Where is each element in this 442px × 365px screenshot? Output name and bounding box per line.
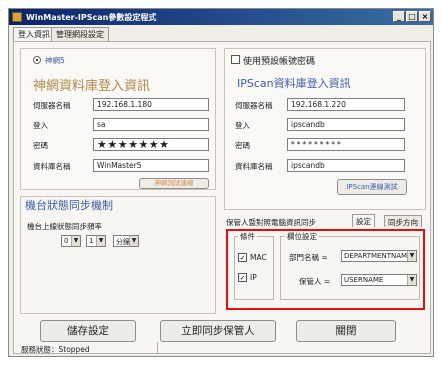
sync-value-select-2[interactable]: 1 ▼ [86,235,106,247]
right-login-input[interactable]: ipscandb [287,118,405,131]
title-bar: WinMaster-IPScan參數設定程式 _ □ × [9,9,433,25]
radio-button-shenwang[interactable] [33,56,41,64]
left-server-input[interactable]: 192.168.1.180 [93,98,209,111]
department-mapping-label: 部門名稱 = [289,253,328,262]
right-server-input[interactable]: 192.168.1.220 [287,98,405,111]
service-status-text: 服務狀態：Stopped [21,345,90,354]
checkbox-ip[interactable]: ✓ [238,273,247,282]
right-dbname-input[interactable]: ipscandb [287,159,405,172]
right-password-input[interactable]: ********* [287,138,405,151]
right-label-dbname: 資料庫名稱 [235,162,273,171]
left-group-title: 神網資料庫登入資訊 [33,79,151,94]
checkbox-label-ip: IP [250,273,257,282]
field-mapping-legend: 欄位設定 [285,231,319,242]
chevron-down-icon: ▼ [407,275,416,285]
right-db-group: 使用預設帳號密碼 IPScan資料庫登入資訊 伺服器名稱 192.168.1.2… [224,48,426,210]
left-label-password: 密碼 [33,141,48,150]
minimize-button[interactable]: _ [393,11,405,22]
checkbox-default-credentials[interactable] [231,55,240,64]
condition-fieldset: 條件 ✓ MAC ✓ IP [234,231,274,300]
chevron-down-icon: ▼ [96,236,105,246]
left-password-input[interactable]: ★★★★★★★ [93,138,209,151]
sync-frequency-label: 機台上線狀態同步頻率 [27,222,102,231]
tab-settings[interactable]: 設定 [352,214,375,227]
chevron-down-icon: ▼ [129,236,138,246]
custodian-mapping-label: 保管人 = [299,277,331,286]
left-db-group: 神網5 神網資料庫登入資訊 伺服器名稱 192.168.1.180 登入 sa … [20,48,216,190]
left-login-input[interactable]: sa [93,118,209,131]
left-test-connection-button[interactable]: 神網測試連線 [139,178,209,189]
department-mapping-value: DEPARTMENTNAME [344,252,412,260]
app-icon [12,12,22,22]
chevron-down-icon: ▼ [407,251,416,261]
radio-label-shenwang: 神網5 [45,56,65,65]
field-mapping-fieldset: 欄位設定 部門名稱 = DEPARTMENTNAME ▼ 保管人 = USERNA… [280,231,420,300]
main-window: WinMaster-IPScan參數設定程式 _ □ × 登入資訊 管理網段設定… [8,8,434,357]
status-divider [157,342,158,354]
close-button[interactable]: 關閉 [296,320,396,342]
checkbox-label-default-credentials: 使用預設帳號密碼 [243,57,316,67]
main-panel: 神網5 神網資料庫登入資訊 伺服器名稱 192.168.1.180 登入 sa … [13,41,431,354]
sync-group: 機台狀態同步機制 機台上線狀態同步頻率 0 ▼ 1 ▼ 分鐘 ▼ [20,196,216,314]
right-label-password: 密碼 [235,141,250,150]
sync-unit-select[interactable]: 分鐘 ▼ [113,235,139,247]
tab-sync-direction[interactable]: 同步方向 [384,215,422,227]
left-label-login: 登入 [33,121,48,130]
checkbox-mac[interactable]: ✓ [238,253,247,262]
window-title: WinMaster-IPScan參數設定程式 [26,13,157,22]
left-dbname-input[interactable]: WinMaster5 [93,159,209,172]
right-label-login: 登入 [235,121,250,130]
custodian-mapping-value: USERNAME [344,276,384,284]
left-label-dbname: 資料庫名稱 [33,162,71,171]
checkbox-label-mac: MAC [250,253,267,262]
left-label-server: 伺服器名稱 [33,101,71,110]
sync-value-select-1[interactable]: 0 ▼ [61,235,81,247]
tab-network-segment[interactable]: 管理網段設定 [51,27,109,41]
tab-custodian-sync[interactable]: 保管人暨對照電腦資訊同步 [226,217,316,228]
maximize-button[interactable]: □ [406,11,418,22]
chevron-down-icon: ▼ [71,236,80,246]
tab-login-info[interactable]: 登入資訊 [13,27,55,42]
close-window-button[interactable]: × [419,11,431,22]
sync-now-button[interactable]: 立即同步保管人 [160,320,276,342]
sync-group-title: 機台狀態同步機制 [25,199,113,212]
right-test-connection-button[interactable]: IPScan連線測試 [337,179,407,195]
save-settings-button[interactable]: 儲存設定 [40,320,136,342]
department-mapping-select[interactable]: DEPARTMENTNAME ▼ [341,250,417,262]
condition-legend: 條件 [238,231,257,242]
sync-value-1: 0 [64,237,69,245]
right-group-title: IPScan資料庫登入資訊 [237,77,351,90]
sync-unit: 分鐘 [116,238,130,246]
custodian-mapping-select[interactable]: USERNAME ▼ [341,274,417,286]
right-label-server: 伺服器名稱 [235,101,273,110]
sync-value-2: 1 [89,237,94,245]
